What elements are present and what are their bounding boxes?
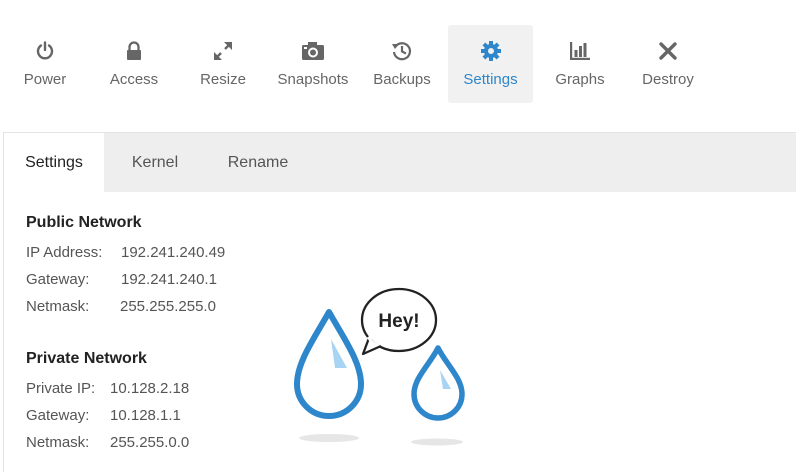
private-ip-row: Private IP: 10.128.2.18 [26, 380, 189, 397]
public-netmask-row: Netmask: 255.255.255.0 [26, 298, 216, 315]
public-ip-value: 192.241.240.49 [121, 244, 226, 261]
public-ip-row: IP Address: 192.241.240.49 [26, 244, 225, 261]
destroy-button[interactable]: Destroy [634, 25, 702, 103]
tab-rename[interactable]: Rename [214, 133, 302, 192]
resize-icon [190, 39, 256, 63]
settings-label: Settings [463, 71, 518, 88]
public-netmask-label: Netmask: [26, 298, 90, 315]
tab-kernel[interactable]: Kernel [114, 133, 196, 192]
public-gateway-row: Gateway: 192.241.240.1 [26, 271, 217, 288]
private-gateway-row: Gateway: 10.128.1.1 [26, 407, 181, 424]
private-gateway-label: Gateway: [26, 407, 90, 424]
close-icon [634, 39, 702, 63]
graphs-button[interactable]: Graphs [548, 25, 612, 103]
lock-icon [100, 39, 168, 63]
tab-settings[interactable]: Settings [4, 133, 104, 192]
snapshots-label: Snapshots [277, 71, 349, 88]
public-gateway-value: 192.241.240.1 [121, 271, 217, 288]
access-button[interactable]: Access [100, 25, 168, 103]
droplet-action-toolbar: Power Access Resize Snapshots Backups Se… [0, 0, 796, 130]
tab-bar: Settings Kernel Rename [4, 133, 796, 192]
shadow-left [299, 434, 359, 442]
public-network-title: Public Network [26, 214, 142, 231]
power-label: Power [23, 71, 67, 88]
graphs-label: Graphs [555, 71, 605, 88]
small-droplet-icon [411, 345, 465, 421]
resize-button[interactable]: Resize [190, 25, 256, 103]
snapshots-button[interactable]: Snapshots [272, 25, 354, 103]
public-gateway-label: Gateway: [26, 271, 90, 288]
history-icon [366, 39, 438, 63]
private-netmask-label: Netmask: [26, 434, 90, 451]
speech-bubble-text: Hey! [378, 311, 419, 332]
destroy-label: Destroy [642, 71, 694, 88]
resize-label: Resize [200, 71, 246, 88]
access-label: Access [109, 71, 159, 88]
power-icon [14, 39, 76, 63]
shadow-right [411, 438, 463, 446]
private-netmask-value: 255.255.0.0 [110, 434, 190, 451]
public-ip-label: IP Address: [26, 244, 103, 261]
private-ip-label: Private IP: [26, 380, 96, 397]
settings-button[interactable]: Settings [448, 25, 533, 103]
big-droplet-icon [294, 309, 364, 419]
camera-icon [272, 39, 354, 63]
backups-button[interactable]: Backups [366, 25, 438, 103]
private-netmask-row: Netmask: 255.255.0.0 [26, 434, 189, 451]
backups-label: Backups [373, 71, 431, 88]
private-gateway-value: 10.128.1.1 [110, 407, 181, 424]
gear-icon [448, 39, 533, 63]
power-button[interactable]: Power [14, 25, 76, 103]
bar-chart-icon [548, 39, 612, 63]
droplet-mascot-illustration: Hey! [285, 282, 485, 457]
private-network-title: Private Network [26, 350, 147, 367]
public-netmask-value: 255.255.255.0 [120, 298, 216, 315]
private-ip-value: 10.128.2.18 [110, 380, 190, 397]
